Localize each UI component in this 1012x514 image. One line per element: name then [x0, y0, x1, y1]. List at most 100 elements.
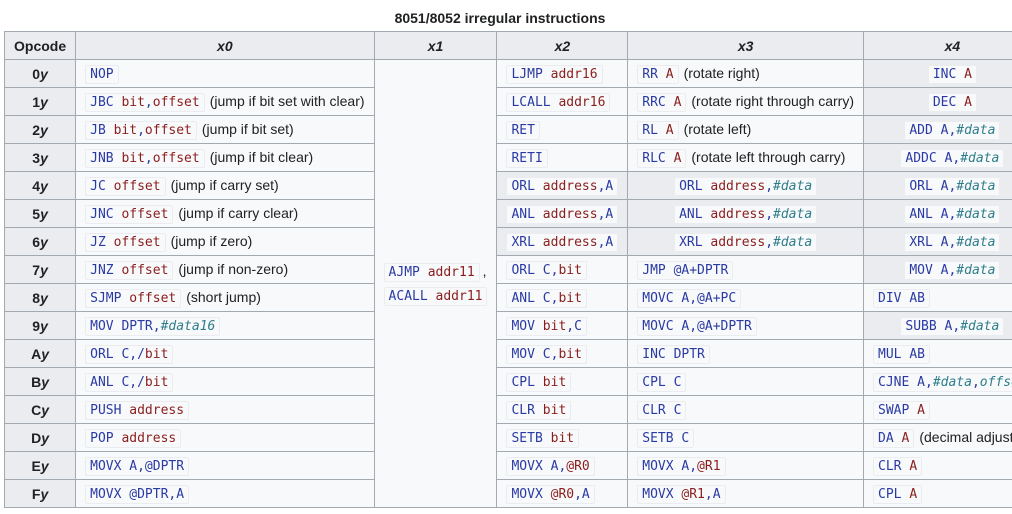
- cell-x0: MOVX A,@DPTR: [75, 451, 375, 480]
- code-token: #data: [956, 207, 996, 222]
- header-x1: x1: [373, 31, 498, 60]
- opcode-y-suffix: y: [40, 485, 49, 502]
- code-token: address: [121, 431, 177, 446]
- code-token: RETI: [511, 151, 543, 166]
- table-body: 0y NOP AJMP addr11, ACALL addr11 LJMP addr16…: [3, 59, 1012, 508]
- opcode-y-suffix: y: [41, 345, 50, 362]
- opcode-y-suffix: y: [40, 93, 48, 110]
- cell-x1-merged: AJMP addr11, ACALL addr11: [373, 59, 498, 508]
- code-token: XRL: [679, 235, 703, 250]
- code-token: AJMP: [388, 264, 420, 280]
- cell-x4: DA A (decimal adjust): [863, 423, 1012, 452]
- instruction-description: (jump if bit set): [201, 121, 294, 137]
- code-token: ,A: [597, 207, 614, 222]
- code-token: #data: [956, 179, 996, 194]
- code-token: bit: [542, 375, 567, 390]
- instruction-code: ANL address,A: [506, 205, 619, 224]
- cell-x3: XRL address,#data: [627, 227, 865, 256]
- opcode-y-suffix: y: [40, 177, 48, 194]
- cell-x0: JBC bit,offset (jump if bit set with clea…: [75, 87, 375, 116]
- code-token: bit: [121, 95, 145, 110]
- code-token: #data: [773, 235, 813, 250]
- code-token: offset: [152, 151, 200, 166]
- opcode-y-suffix: y: [40, 65, 48, 82]
- instruction-code: XRL A,#data: [904, 233, 1001, 252]
- opcode-cell: 9y: [3, 311, 77, 340]
- code-token: MUL: [878, 347, 902, 362]
- code-token: C,: [542, 263, 559, 278]
- code-token: MOV: [511, 319, 535, 334]
- code-token: addr16: [558, 95, 606, 110]
- opcode-high-nibble: 5: [32, 205, 41, 222]
- instruction-description: (jump if carry set): [170, 177, 279, 193]
- code-token: A,: [940, 179, 957, 194]
- code-token: address: [542, 207, 598, 222]
- code-token: @R0: [566, 459, 590, 474]
- opcode-cell: Ey: [3, 451, 77, 480]
- instruction-code: MOVX @R0,A: [506, 485, 595, 504]
- instruction-code: RL A: [637, 121, 679, 140]
- opcode-y-suffix: y: [41, 373, 50, 390]
- table-row: 6y JZ offset (jump if zero) XRL address,A XR…: [3, 227, 1012, 256]
- code-token: A: [901, 431, 910, 446]
- instruction-code: SUBB A,#data: [900, 317, 1005, 336]
- code-token: A,: [940, 207, 957, 222]
- instruction-description: (rotate right): [683, 65, 760, 81]
- code-token: NOP: [90, 67, 114, 82]
- header-x4: x4: [863, 31, 1012, 60]
- code-token: address: [710, 207, 766, 222]
- code-token: A,: [917, 375, 933, 390]
- header-x0: x0: [75, 31, 375, 60]
- cell-x4: ORL A,#data: [863, 171, 1012, 200]
- code-token: XRL: [511, 235, 535, 250]
- instruction-code: MOV A,#data: [904, 261, 1001, 280]
- instruction-description: (rotate left): [683, 121, 752, 137]
- table-row: 2y JB bit,offset (jump if bit set) RET RL A(…: [3, 115, 1012, 144]
- code-token: offset: [113, 235, 161, 250]
- code-token: A,@A+PC: [681, 291, 737, 306]
- code-token: offset: [979, 375, 1012, 390]
- instruction-code: INC A: [927, 65, 977, 84]
- instruction-code: MOVC A,@A+DPTR: [637, 317, 757, 336]
- code-token: address: [710, 179, 766, 194]
- cell-x3: RRC A (rotate right through carry): [627, 87, 865, 116]
- instruction-description: (rotate left through carry): [691, 149, 846, 165]
- code-token: JB: [90, 123, 106, 138]
- cell-x3: MOVC A,@A+DPTR: [627, 311, 865, 340]
- instruction-code: SWAP A: [873, 401, 930, 420]
- table-row: 7y JNZ offset (jump if non-zero) ORL C,bit J…: [3, 255, 1012, 284]
- header-opcode: Opcode: [3, 31, 77, 60]
- cell-x0: JZ offset (jump if zero): [75, 227, 375, 256]
- instruction-code: CPL bit: [506, 373, 572, 392]
- code-token: LJMP: [511, 67, 543, 82]
- code-token: JBC: [90, 95, 114, 110]
- instruction-code: MUL AB: [873, 345, 930, 364]
- instruction-code: ANL address,#data: [674, 205, 818, 224]
- code-token: CLR: [511, 403, 535, 418]
- code-token: #data: [960, 319, 1000, 334]
- cell-x3: RR A (rotate right): [627, 59, 865, 88]
- code-token: A: [673, 95, 682, 110]
- instruction-code: JB bit,offset: [85, 121, 197, 140]
- cell-x0: JC offset (jump if carry set): [75, 171, 375, 200]
- code-token: MOV: [90, 319, 114, 334]
- opcode-cell: Cy: [3, 395, 77, 424]
- instruction-code: DIV AB: [873, 289, 930, 308]
- instruction-code: ORL address,A: [506, 177, 619, 196]
- instruction-code: ORL C,/bit: [85, 345, 174, 364]
- code-token: ANL: [679, 207, 703, 222]
- cell-x4: SWAP A: [863, 395, 1012, 424]
- code-token: offset: [152, 95, 200, 110]
- instruction-code: PUSH address: [85, 401, 190, 420]
- table-row: Cy PUSH address CLR bit CLR C SWAP A: [3, 395, 1012, 424]
- opcode-cell: Fy: [3, 479, 77, 508]
- cell-x4: ANL A,#data: [863, 199, 1012, 228]
